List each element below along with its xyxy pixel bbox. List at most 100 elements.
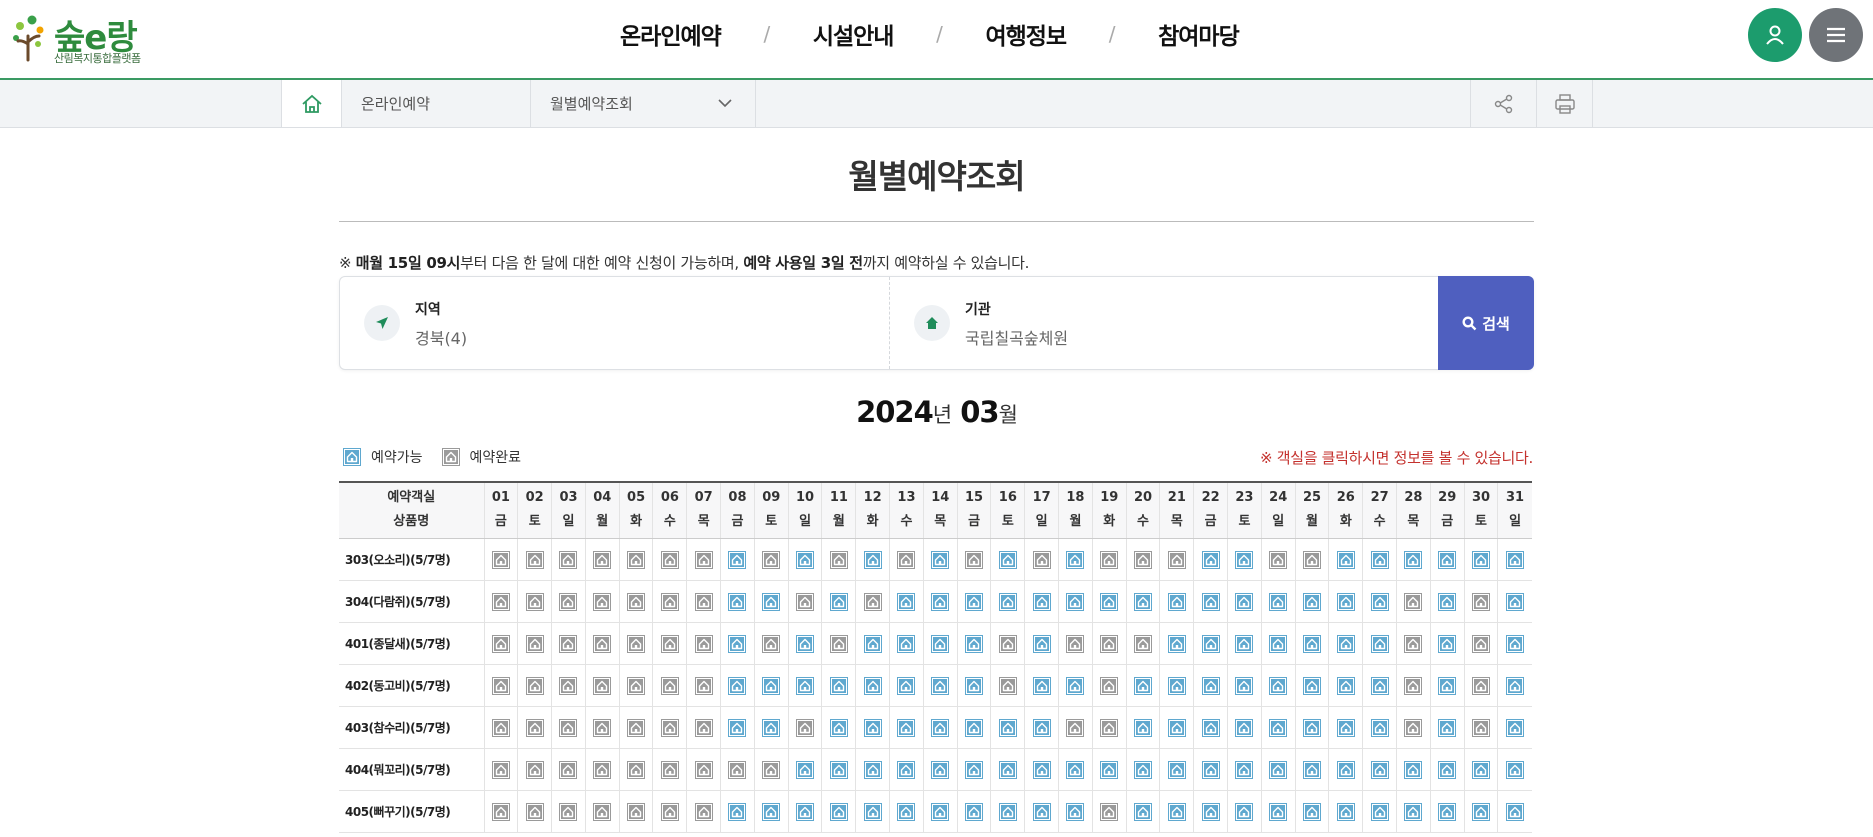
available-room-icon[interactable]: [1167, 592, 1186, 611]
booked-room-icon[interactable]: [559, 802, 578, 821]
available-room-icon[interactable]: [1336, 592, 1355, 611]
booked-room-icon[interactable]: [593, 760, 612, 779]
available-room-icon[interactable]: [1336, 634, 1355, 653]
available-room-icon[interactable]: [1066, 760, 1085, 779]
available-room-icon[interactable]: [1167, 718, 1186, 737]
available-room-icon[interactable]: [863, 634, 882, 653]
available-room-icon[interactable]: [1370, 802, 1389, 821]
available-room-icon[interactable]: [1472, 550, 1490, 569]
available-room-icon[interactable]: [796, 676, 815, 695]
available-room-icon[interactable]: [1472, 760, 1490, 779]
available-room-icon[interactable]: [1201, 550, 1220, 569]
available-room-icon[interactable]: [1235, 718, 1254, 737]
booked-room-icon[interactable]: [762, 760, 781, 779]
available-room-icon[interactable]: [1336, 760, 1355, 779]
booked-room-icon[interactable]: [660, 634, 679, 653]
booked-room-icon[interactable]: [1134, 634, 1153, 653]
available-room-icon[interactable]: [829, 676, 848, 695]
available-room-icon[interactable]: [1370, 676, 1389, 695]
available-room-icon[interactable]: [1167, 802, 1186, 821]
available-room-icon[interactable]: [1269, 802, 1288, 821]
available-room-icon[interactable]: [965, 676, 984, 695]
room-name[interactable]: 405(뻐꾸기)(5/7명): [339, 790, 484, 833]
booked-room-icon[interactable]: [593, 802, 612, 821]
available-room-icon[interactable]: [796, 760, 815, 779]
booked-room-icon[interactable]: [559, 550, 578, 569]
available-room-icon[interactable]: [1201, 592, 1220, 611]
booked-room-icon[interactable]: [796, 718, 815, 737]
available-room-icon[interactable]: [1506, 676, 1525, 695]
available-room-icon[interactable]: [728, 592, 747, 611]
available-room-icon[interactable]: [1032, 760, 1051, 779]
available-room-icon[interactable]: [863, 550, 882, 569]
available-room-icon[interactable]: [1235, 592, 1254, 611]
available-room-icon[interactable]: [762, 676, 781, 695]
available-room-icon[interactable]: [1506, 592, 1525, 611]
available-room-icon[interactable]: [1472, 802, 1490, 821]
available-room-icon[interactable]: [1167, 676, 1186, 695]
available-room-icon[interactable]: [1303, 802, 1322, 821]
available-room-icon[interactable]: [931, 550, 950, 569]
available-room-icon[interactable]: [931, 760, 950, 779]
available-room-icon[interactable]: [1269, 634, 1288, 653]
booked-room-icon[interactable]: [627, 592, 646, 611]
search-button[interactable]: 검색: [1438, 276, 1534, 370]
booked-room-icon[interactable]: [593, 550, 612, 569]
booked-room-icon[interactable]: [525, 760, 544, 779]
booked-room-icon[interactable]: [525, 718, 544, 737]
booked-room-icon[interactable]: [491, 550, 510, 569]
booked-room-icon[interactable]: [1269, 550, 1288, 569]
available-room-icon[interactable]: [1506, 718, 1525, 737]
available-room-icon[interactable]: [1438, 592, 1457, 611]
site-logo[interactable]: 숲e랑 산림복지통합플랫폼: [10, 10, 160, 66]
gnb-travel-info[interactable]: 여행정보: [985, 17, 1067, 51]
available-room-icon[interactable]: [897, 676, 916, 695]
available-room-icon[interactable]: [1235, 634, 1254, 653]
booked-room-icon[interactable]: [762, 550, 781, 569]
booked-room-icon[interactable]: [1100, 718, 1119, 737]
booked-room-icon[interactable]: [694, 592, 713, 611]
booked-room-icon[interactable]: [829, 550, 848, 569]
available-room-icon[interactable]: [1370, 550, 1389, 569]
booked-room-icon[interactable]: [660, 718, 679, 737]
share-button[interactable]: [1470, 80, 1536, 127]
available-room-icon[interactable]: [1269, 718, 1288, 737]
available-room-icon[interactable]: [762, 802, 781, 821]
room-name[interactable]: 303(오소리)(5/7명): [339, 538, 484, 581]
booked-room-icon[interactable]: [627, 718, 646, 737]
available-room-icon[interactable]: [931, 802, 950, 821]
available-room-icon[interactable]: [728, 550, 747, 569]
booked-room-icon[interactable]: [762, 634, 781, 653]
available-room-icon[interactable]: [1404, 760, 1423, 779]
booked-room-icon[interactable]: [559, 760, 578, 779]
available-room-icon[interactable]: [965, 802, 984, 821]
available-room-icon[interactable]: [1370, 760, 1389, 779]
available-room-icon[interactable]: [1201, 718, 1220, 737]
booked-room-icon[interactable]: [863, 592, 882, 611]
available-room-icon[interactable]: [1336, 550, 1355, 569]
available-room-icon[interactable]: [1032, 676, 1051, 695]
available-room-icon[interactable]: [931, 676, 950, 695]
available-room-icon[interactable]: [796, 802, 815, 821]
available-room-icon[interactable]: [728, 802, 747, 821]
available-room-icon[interactable]: [1438, 550, 1457, 569]
region-select[interactable]: 지역 경북(4): [340, 277, 890, 369]
booked-room-icon[interactable]: [694, 802, 713, 821]
available-room-icon[interactable]: [897, 634, 916, 653]
available-room-icon[interactable]: [965, 634, 984, 653]
available-room-icon[interactable]: [863, 802, 882, 821]
booked-room-icon[interactable]: [1100, 634, 1119, 653]
available-room-icon[interactable]: [1134, 802, 1153, 821]
available-room-icon[interactable]: [762, 592, 781, 611]
available-room-icon[interactable]: [1134, 592, 1153, 611]
room-name[interactable]: 403(참수리)(5/7명): [339, 706, 484, 749]
breadcrumb-level2-dropdown[interactable]: 월별예약조회: [530, 80, 756, 127]
available-room-icon[interactable]: [1134, 760, 1153, 779]
available-room-icon[interactable]: [728, 718, 747, 737]
booked-room-icon[interactable]: [998, 676, 1017, 695]
available-room-icon[interactable]: [1303, 634, 1322, 653]
booked-room-icon[interactable]: [1404, 634, 1423, 653]
available-room-icon[interactable]: [965, 760, 984, 779]
available-room-icon[interactable]: [998, 760, 1017, 779]
booked-room-icon[interactable]: [559, 592, 578, 611]
